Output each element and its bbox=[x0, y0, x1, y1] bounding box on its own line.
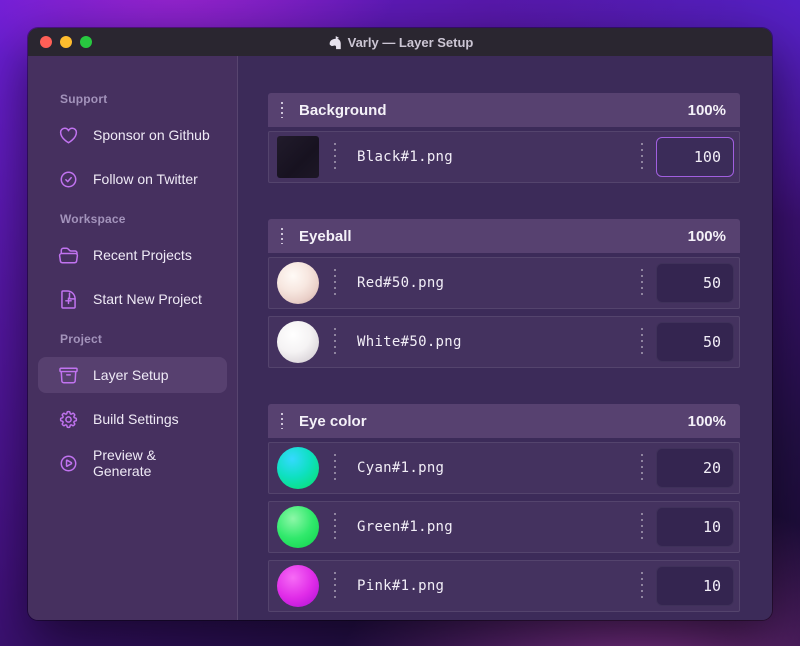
layer-row[interactable]: Red#50.png bbox=[268, 257, 740, 309]
group-weight: 100% bbox=[687, 227, 726, 245]
layer-group-background: Background 100% Black#1.png bbox=[268, 93, 740, 183]
layer-row[interactable]: Black#1.png bbox=[268, 131, 740, 183]
row-divider bbox=[641, 513, 643, 541]
layer-thumbnail bbox=[277, 447, 319, 489]
sidebar-item-label: Layer Setup bbox=[93, 367, 169, 383]
row-divider bbox=[334, 513, 336, 541]
drag-handle-icon[interactable] bbox=[281, 102, 283, 118]
layer-thumbnail bbox=[277, 321, 319, 363]
group-title: Eye color bbox=[299, 412, 367, 430]
layer-weight-input[interactable] bbox=[656, 566, 734, 606]
sidebar-section-label: Workspace bbox=[60, 212, 126, 226]
sidebar: Support Sponsor on Github Follow on Twit… bbox=[28, 56, 238, 620]
sidebar-section-workspace: Workspace Recent Projects Start New Proj… bbox=[38, 211, 227, 317]
sidebar-item-start-new-project[interactable]: Start New Project bbox=[38, 281, 227, 317]
traffic-lights bbox=[40, 36, 92, 48]
document-plus-icon bbox=[61, 289, 76, 309]
layer-group-eyeball: Eyeball 100% Red#50.png White#50.png bbox=[268, 219, 740, 368]
row-divider bbox=[334, 572, 336, 600]
sidebar-section-label: Support bbox=[60, 92, 108, 106]
layer-filename: Cyan#1.png bbox=[357, 460, 445, 476]
group-title: Background bbox=[299, 101, 387, 119]
layer-weight-input[interactable] bbox=[656, 263, 734, 303]
layer-weight-input[interactable] bbox=[656, 507, 734, 547]
layer-group-eye-color: Eye color 100% Cyan#1.png Green#1.png bbox=[268, 404, 740, 612]
sidebar-item-label: Start New Project bbox=[93, 291, 202, 307]
sidebar-item-label: Build Settings bbox=[93, 411, 179, 427]
sidebar-item-build-settings[interactable]: Build Settings bbox=[38, 401, 227, 437]
row-divider bbox=[641, 572, 643, 600]
sidebar-item-label: Recent Projects bbox=[93, 247, 192, 263]
row-divider bbox=[334, 454, 336, 482]
row-divider bbox=[641, 269, 643, 297]
drag-handle-icon[interactable] bbox=[281, 413, 283, 429]
layer-row[interactable]: Cyan#1.png bbox=[268, 442, 740, 494]
row-divider bbox=[334, 269, 336, 297]
layer-filename: Green#1.png bbox=[357, 519, 454, 535]
close-window-button[interactable] bbox=[40, 36, 52, 48]
archive-box-icon bbox=[59, 367, 78, 383]
sidebar-item-sponsor-on-github[interactable]: Sponsor on Github bbox=[38, 117, 227, 153]
row-divider bbox=[334, 143, 336, 171]
layer-filename: White#50.png bbox=[357, 334, 462, 350]
group-weight: 100% bbox=[687, 101, 726, 119]
layer-filename: Red#50.png bbox=[357, 275, 445, 291]
check-badge-icon bbox=[60, 171, 77, 187]
sidebar-item-label: Follow on Twitter bbox=[93, 171, 198, 187]
window-title-wrap: Varly — Layer Setup bbox=[28, 28, 772, 56]
sidebar-section-label: Project bbox=[60, 332, 103, 346]
group-header: Background 100% bbox=[268, 93, 740, 127]
play-circle-icon bbox=[60, 455, 77, 471]
row-divider bbox=[641, 454, 643, 482]
layer-filename: Black#1.png bbox=[357, 149, 454, 165]
sidebar-item-layer-setup[interactable]: Layer Setup bbox=[38, 357, 227, 393]
layer-weight-input[interactable] bbox=[656, 448, 734, 488]
sidebar-item-label: Sponsor on Github bbox=[93, 127, 210, 143]
row-divider bbox=[334, 328, 336, 356]
heart-icon bbox=[59, 127, 78, 143]
app-window: Varly — Layer Setup Support Sponsor on G… bbox=[28, 28, 772, 620]
sidebar-section-support: Support Sponsor on Github Follow on Twit… bbox=[38, 91, 227, 197]
group-header: Eye color 100% bbox=[268, 404, 740, 438]
layer-thumbnail bbox=[277, 262, 319, 304]
layer-row[interactable]: Pink#1.png bbox=[268, 560, 740, 612]
row-divider bbox=[641, 143, 643, 171]
unicorn-icon bbox=[329, 35, 341, 49]
zoom-window-button[interactable] bbox=[80, 36, 92, 48]
layer-weight-input[interactable] bbox=[656, 322, 734, 362]
layer-filename: Pink#1.png bbox=[357, 578, 445, 594]
sidebar-section-project: Project Layer Setup Build Settings Previ… bbox=[38, 331, 227, 481]
sidebar-item-preview-generate[interactable]: Preview & Generate bbox=[38, 445, 227, 481]
layer-setup-panel: Background 100% Black#1.png Eyeball bbox=[238, 56, 772, 620]
drag-handle-icon[interactable] bbox=[281, 228, 283, 244]
group-title: Eyeball bbox=[299, 227, 352, 245]
folder-open-icon bbox=[58, 247, 79, 263]
sidebar-item-recent-projects[interactable]: Recent Projects bbox=[38, 237, 227, 273]
sidebar-item-follow-on-twitter[interactable]: Follow on Twitter bbox=[38, 161, 227, 197]
gear-icon bbox=[59, 410, 78, 428]
layer-thumbnail bbox=[277, 136, 319, 178]
group-header: Eyeball 100% bbox=[268, 219, 740, 253]
window-title: Varly — Layer Setup bbox=[347, 34, 474, 50]
layer-row[interactable]: Green#1.png bbox=[268, 501, 740, 553]
layer-weight-input[interactable] bbox=[656, 137, 734, 177]
layer-thumbnail bbox=[277, 565, 319, 607]
titlebar[interactable]: Varly — Layer Setup bbox=[28, 28, 772, 56]
row-divider bbox=[641, 328, 643, 356]
group-weight: 100% bbox=[687, 412, 726, 430]
minimize-window-button[interactable] bbox=[60, 36, 72, 48]
layer-thumbnail bbox=[277, 506, 319, 548]
layer-row[interactable]: White#50.png bbox=[268, 316, 740, 368]
sidebar-item-label: Preview & Generate bbox=[93, 447, 157, 479]
